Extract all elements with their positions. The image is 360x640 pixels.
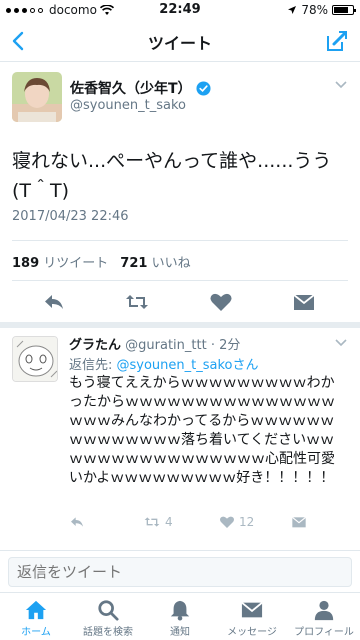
reply-to-line: 返信先: @syounen_t_sakoさん [69, 354, 259, 373]
reply-author[interactable]: グラたん @guratin_ttt · 2分 [69, 334, 240, 353]
battery-fill [334, 7, 349, 13]
like-count: 721 [120, 256, 148, 271]
avatar-photo [12, 72, 62, 122]
retweet-button[interactable]: 4 [143, 514, 173, 530]
tweet-author[interactable]: 佐香智久（少年T） @syounen_t_sako [12, 72, 348, 122]
reply-button[interactable] [69, 514, 85, 530]
nav-bar: ツイート [0, 20, 360, 62]
like-heart-icon[interactable] [209, 290, 233, 314]
reply-input[interactable] [8, 557, 352, 587]
reply-icon [71, 517, 83, 527]
chevron-down-icon[interactable] [334, 80, 348, 90]
reply-text: もう寝てええからｗｗｗｗｗｗｗｗｗわかったからｗｗｗｗｗｗｗｗｗｗｗｗｗｗｗｗｗ… [69, 375, 335, 486]
reply-handle-time: @guratin_ttt · 2分 [125, 338, 241, 353]
mail-icon [241, 601, 263, 618]
like-heart-icon [220, 516, 234, 528]
retweet-icon[interactable] [125, 290, 149, 314]
tab-home[interactable]: ホーム [0, 593, 72, 640]
reply-actions: 4 12 [69, 514, 339, 534]
divider [12, 240, 348, 241]
retweet-stat[interactable]: 189 リツイート [12, 252, 108, 271]
tab-label: 通知 [170, 627, 190, 638]
retweet-label: リツイート [43, 256, 109, 271]
tab-label: 話題を検索 [83, 627, 133, 638]
tab-notifications[interactable]: 通知 [144, 593, 216, 640]
avatar-drawing [13, 337, 57, 381]
reply-composer [0, 550, 360, 592]
compose-tweet-icon[interactable] [324, 28, 350, 54]
direct-message-icon [291, 516, 307, 528]
bell-icon [170, 600, 190, 621]
reply-to-prefix: 返信先: [69, 358, 117, 373]
tweet-actions [12, 288, 348, 316]
avatar[interactable] [12, 336, 58, 382]
tweet-text: 寝れない...ぺーやんって誰や......うう(T＾T) [12, 150, 332, 202]
divider [12, 280, 348, 281]
battery-percent: 78% [301, 3, 328, 17]
like-label: いいね [151, 256, 191, 271]
retweet-icon [144, 517, 160, 527]
direct-message-icon[interactable] [292, 290, 316, 314]
tab-search[interactable]: 話題を検索 [72, 593, 144, 640]
section-divider [0, 322, 360, 328]
tab-label: ホーム [21, 627, 51, 638]
chevron-down-icon[interactable] [334, 338, 348, 348]
retweet-count: 189 [12, 256, 40, 271]
tab-bar: ホーム 話題を検索 通知 メッセージ プロフィール [0, 592, 360, 640]
tab-profile[interactable]: プロフィール [288, 593, 360, 640]
verified-badge-icon [196, 80, 211, 96]
tab-label: プロフィール [294, 627, 354, 638]
battery-icon [332, 5, 356, 15]
reply-to-mention[interactable]: @syounen_t_sakoさん [117, 358, 259, 373]
tweet-stats: 189 リツイート 721 いいね [12, 252, 191, 271]
direct-message-button[interactable] [291, 514, 307, 530]
display-name: 佐香智久（少年T） [70, 81, 192, 97]
profile-icon [314, 600, 334, 621]
tab-label: メッセージ [227, 627, 277, 638]
retweet-count: 4 [165, 515, 173, 529]
reply-icon[interactable] [42, 290, 66, 314]
like-button[interactable]: 12 [219, 514, 254, 530]
like-stat[interactable]: 721 いいね [120, 252, 190, 271]
tweet-timestamp: 2017/04/23 22:46 [12, 209, 129, 224]
search-icon [98, 600, 119, 621]
status-bar: docomo 22:49 78% [0, 0, 360, 20]
author-name[interactable]: 佐香智久（少年T） [70, 78, 211, 98]
like-count: 12 [239, 515, 255, 529]
tab-messages[interactable]: メッセージ [216, 593, 288, 640]
author-handle: @syounen_t_sako [70, 98, 186, 113]
home-icon [25, 600, 47, 620]
location-arrow-icon [288, 6, 297, 14]
page-title: ツイート [147, 34, 212, 53]
display-name: グラたん [69, 338, 122, 353]
avatar[interactable] [12, 72, 62, 122]
